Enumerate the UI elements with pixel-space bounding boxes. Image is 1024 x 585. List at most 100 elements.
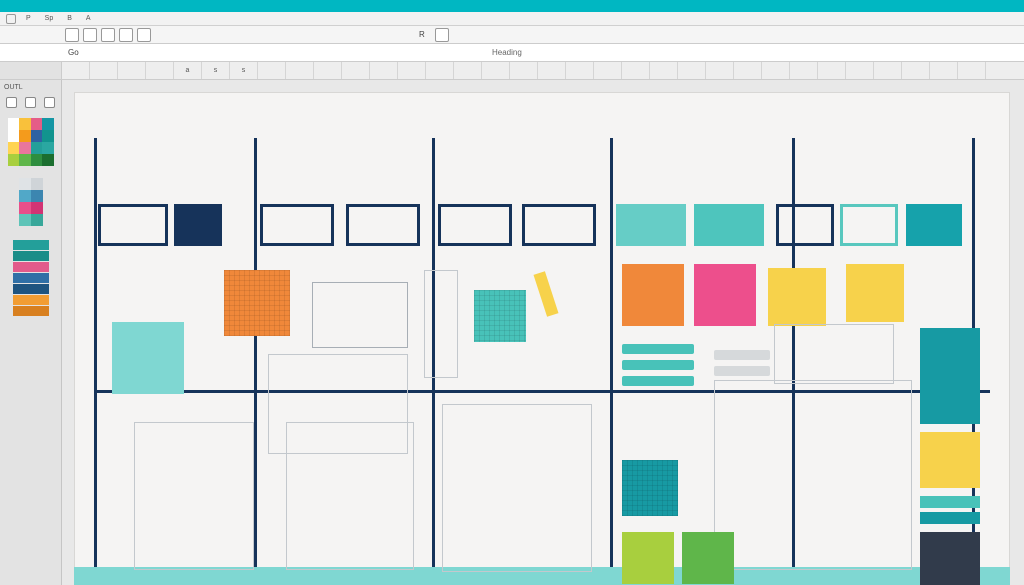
swatch[interactable] xyxy=(682,532,734,584)
ruler-col[interactable] xyxy=(818,62,846,79)
header-cell[interactable] xyxy=(906,204,962,246)
color-palette-mid[interactable] xyxy=(19,178,43,226)
swatch[interactable] xyxy=(846,264,904,322)
tool-button[interactable] xyxy=(65,28,79,42)
tool-button[interactable] xyxy=(435,28,449,42)
ruler-col[interactable] xyxy=(762,62,790,79)
ruler-col[interactable] xyxy=(790,62,818,79)
ruler-col[interactable] xyxy=(62,62,90,79)
wireframe-box[interactable] xyxy=(286,422,414,570)
wireframe-box[interactable] xyxy=(714,380,912,570)
wireframe-box[interactable] xyxy=(442,404,592,572)
header-cell[interactable] xyxy=(840,204,898,246)
swatch[interactable] xyxy=(622,532,674,584)
ribbon-item[interactable]: A xyxy=(82,15,95,22)
swatch[interactable] xyxy=(474,290,526,342)
ruler-col[interactable] xyxy=(482,62,510,79)
swatch[interactable] xyxy=(19,190,31,202)
swatch[interactable] xyxy=(19,130,31,142)
swatch[interactable] xyxy=(8,118,20,130)
ruler-col[interactable] xyxy=(622,62,650,79)
ruler-col[interactable] xyxy=(538,62,566,79)
swatch[interactable] xyxy=(42,142,54,154)
swatch[interactable] xyxy=(13,262,49,272)
ruler-col[interactable] xyxy=(90,62,118,79)
swatch[interactable] xyxy=(920,328,980,424)
panel-tool-icon[interactable] xyxy=(44,97,55,108)
tool-button[interactable] xyxy=(137,28,151,42)
wireframe-box[interactable] xyxy=(312,282,408,348)
ruler-col[interactable] xyxy=(678,62,706,79)
canvas-viewport[interactable] xyxy=(62,80,1024,585)
ruler-col[interactable] xyxy=(566,62,594,79)
swatch[interactable] xyxy=(13,273,49,283)
ruler-col[interactable] xyxy=(314,62,342,79)
ruler-col[interactable] xyxy=(734,62,762,79)
swatch[interactable] xyxy=(42,130,54,142)
ruler-col[interactable] xyxy=(370,62,398,79)
tool-button[interactable] xyxy=(83,28,97,42)
ribbon-icon[interactable] xyxy=(6,14,16,24)
ruler-col[interactable]: a xyxy=(174,62,202,79)
swatch[interactable] xyxy=(13,240,49,250)
swatch[interactable] xyxy=(19,214,31,226)
swatch[interactable] xyxy=(920,496,980,508)
swatch[interactable] xyxy=(42,118,54,130)
swatch[interactable] xyxy=(19,202,31,214)
swatch[interactable] xyxy=(31,142,43,154)
ruler-col[interactable] xyxy=(902,62,930,79)
ruler-col[interactable] xyxy=(650,62,678,79)
swatch[interactable] xyxy=(31,130,43,142)
wireframe-box[interactable] xyxy=(134,422,254,570)
ruler-col[interactable]: s xyxy=(202,62,230,79)
swatch[interactable] xyxy=(8,154,20,166)
swatch[interactable] xyxy=(19,142,31,154)
ruler-col[interactable] xyxy=(874,62,902,79)
header-cell[interactable] xyxy=(438,204,512,246)
swatch[interactable] xyxy=(31,154,43,166)
swatch[interactable] xyxy=(768,268,826,326)
ruler-col[interactable] xyxy=(258,62,286,79)
swatch[interactable] xyxy=(42,154,54,166)
swatch[interactable] xyxy=(13,306,49,316)
ruler-col[interactable] xyxy=(454,62,482,79)
swatch[interactable] xyxy=(31,202,43,214)
wireframe-box[interactable] xyxy=(774,324,894,384)
swatch[interactable] xyxy=(112,322,184,394)
panel-tool-icon[interactable] xyxy=(6,97,17,108)
color-palette-bars[interactable] xyxy=(13,240,49,317)
ruler-col[interactable]: s xyxy=(230,62,258,79)
ribbon-item[interactable]: Sp xyxy=(41,15,58,22)
swatch[interactable] xyxy=(13,295,49,305)
ribbon-item[interactable]: B xyxy=(63,15,76,22)
ruler-col[interactable] xyxy=(426,62,454,79)
ruler-col[interactable] xyxy=(930,62,958,79)
swatch[interactable] xyxy=(224,270,290,336)
header-cell[interactable] xyxy=(616,204,686,246)
header-cell[interactable] xyxy=(174,204,222,246)
swatch[interactable] xyxy=(920,532,980,585)
tool-button[interactable] xyxy=(119,28,133,42)
ruler-col[interactable] xyxy=(398,62,426,79)
ruler-col[interactable] xyxy=(118,62,146,79)
swatch[interactable] xyxy=(19,118,31,130)
swatch[interactable] xyxy=(533,271,558,317)
swatch[interactable] xyxy=(622,460,678,516)
ruler-col[interactable] xyxy=(510,62,538,79)
swatch[interactable] xyxy=(13,251,49,261)
swatch[interactable] xyxy=(8,142,20,154)
wireframe-box[interactable] xyxy=(424,270,458,378)
swatch[interactable] xyxy=(19,178,31,190)
ruler-col[interactable] xyxy=(846,62,874,79)
header-cell[interactable] xyxy=(694,204,764,246)
artboard[interactable] xyxy=(74,92,1010,585)
ruler-col[interactable] xyxy=(146,62,174,79)
swatch[interactable] xyxy=(31,178,43,190)
panel-tool-icon[interactable] xyxy=(25,97,36,108)
swatch[interactable] xyxy=(31,190,43,202)
swatch[interactable] xyxy=(694,264,756,326)
swatch[interactable] xyxy=(19,154,31,166)
swatch[interactable] xyxy=(920,432,980,488)
ruler-col[interactable] xyxy=(958,62,986,79)
swatch[interactable] xyxy=(31,214,43,226)
